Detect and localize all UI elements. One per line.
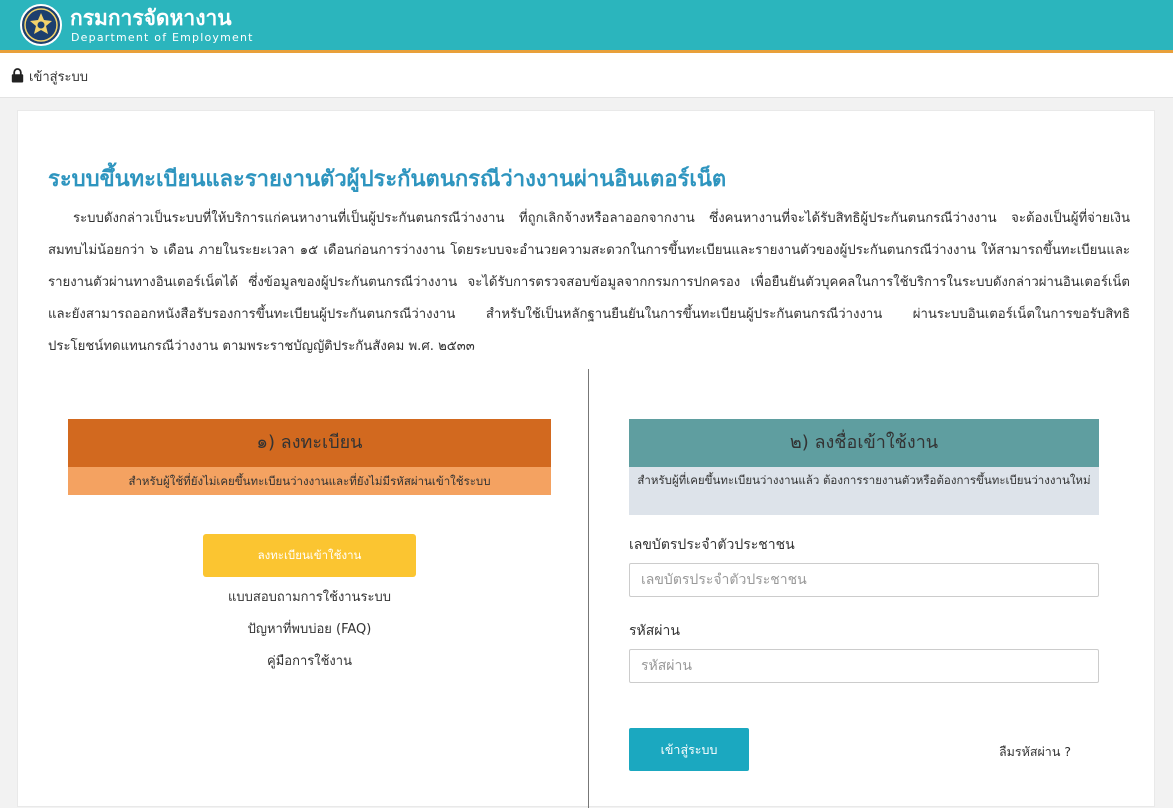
site-title-thai[interactable]: กรมการจัดหางาน [70,6,232,30]
section-divider [588,369,589,808]
id-card-label: เลขบัตรประจำตัวประชาชน [629,537,795,553]
register-button[interactable]: ลงทะเบียนเข้าใช้งาน [203,534,416,577]
password-label: รหัสผ่าน [629,623,680,639]
site-header: กรมการจัดหางาน Department of Employment [0,0,1173,53]
id-card-input[interactable] [629,563,1099,597]
password-input[interactable] [629,649,1099,683]
lock-icon [11,68,24,83]
site-title-english: Department of Employment [71,31,254,44]
manual-link[interactable]: คู่มือการใช้งาน [68,650,551,671]
department-seal-icon[interactable] [20,4,62,46]
top-nav-bar: เข้าสู่ระบบ [0,53,1173,98]
survey-link[interactable]: แบบสอบถามการใช้งานระบบ [68,586,551,607]
login-button[interactable]: เข้าสู่ระบบ [629,728,749,771]
login-heading: ๒) ลงชื่อเข้าใช้งาน [629,419,1099,467]
register-heading: ๑) ลงทะเบียน [68,419,551,467]
system-description: ระบบดังกล่าวเป็นระบบที่ให้บริการแก่คนหาง… [48,211,1130,354]
main-panel: ระบบขึ้นทะเบียนและรายงานตัวผู้ประกันตนกร… [17,110,1155,808]
login-subheading: สำหรับผู้ที่เคยขึ้นทะเบียนว่างงานแล้ว ต้… [629,467,1099,515]
faq-link[interactable]: ปัญหาที่พบบ่อย (FAQ) [68,618,551,639]
page-title: ระบบขึ้นทะเบียนและรายงานตัวผู้ประกันตนกร… [48,167,727,192]
forgot-password-link[interactable]: ลืมรหัสผ่าน ? [999,742,1071,762]
login-nav-link[interactable]: เข้าสู่ระบบ [29,66,88,87]
register-subheading: สำหรับผู้ใช้ที่ยังไม่เคยขึ้นทะเบียนว่างง… [68,467,551,495]
